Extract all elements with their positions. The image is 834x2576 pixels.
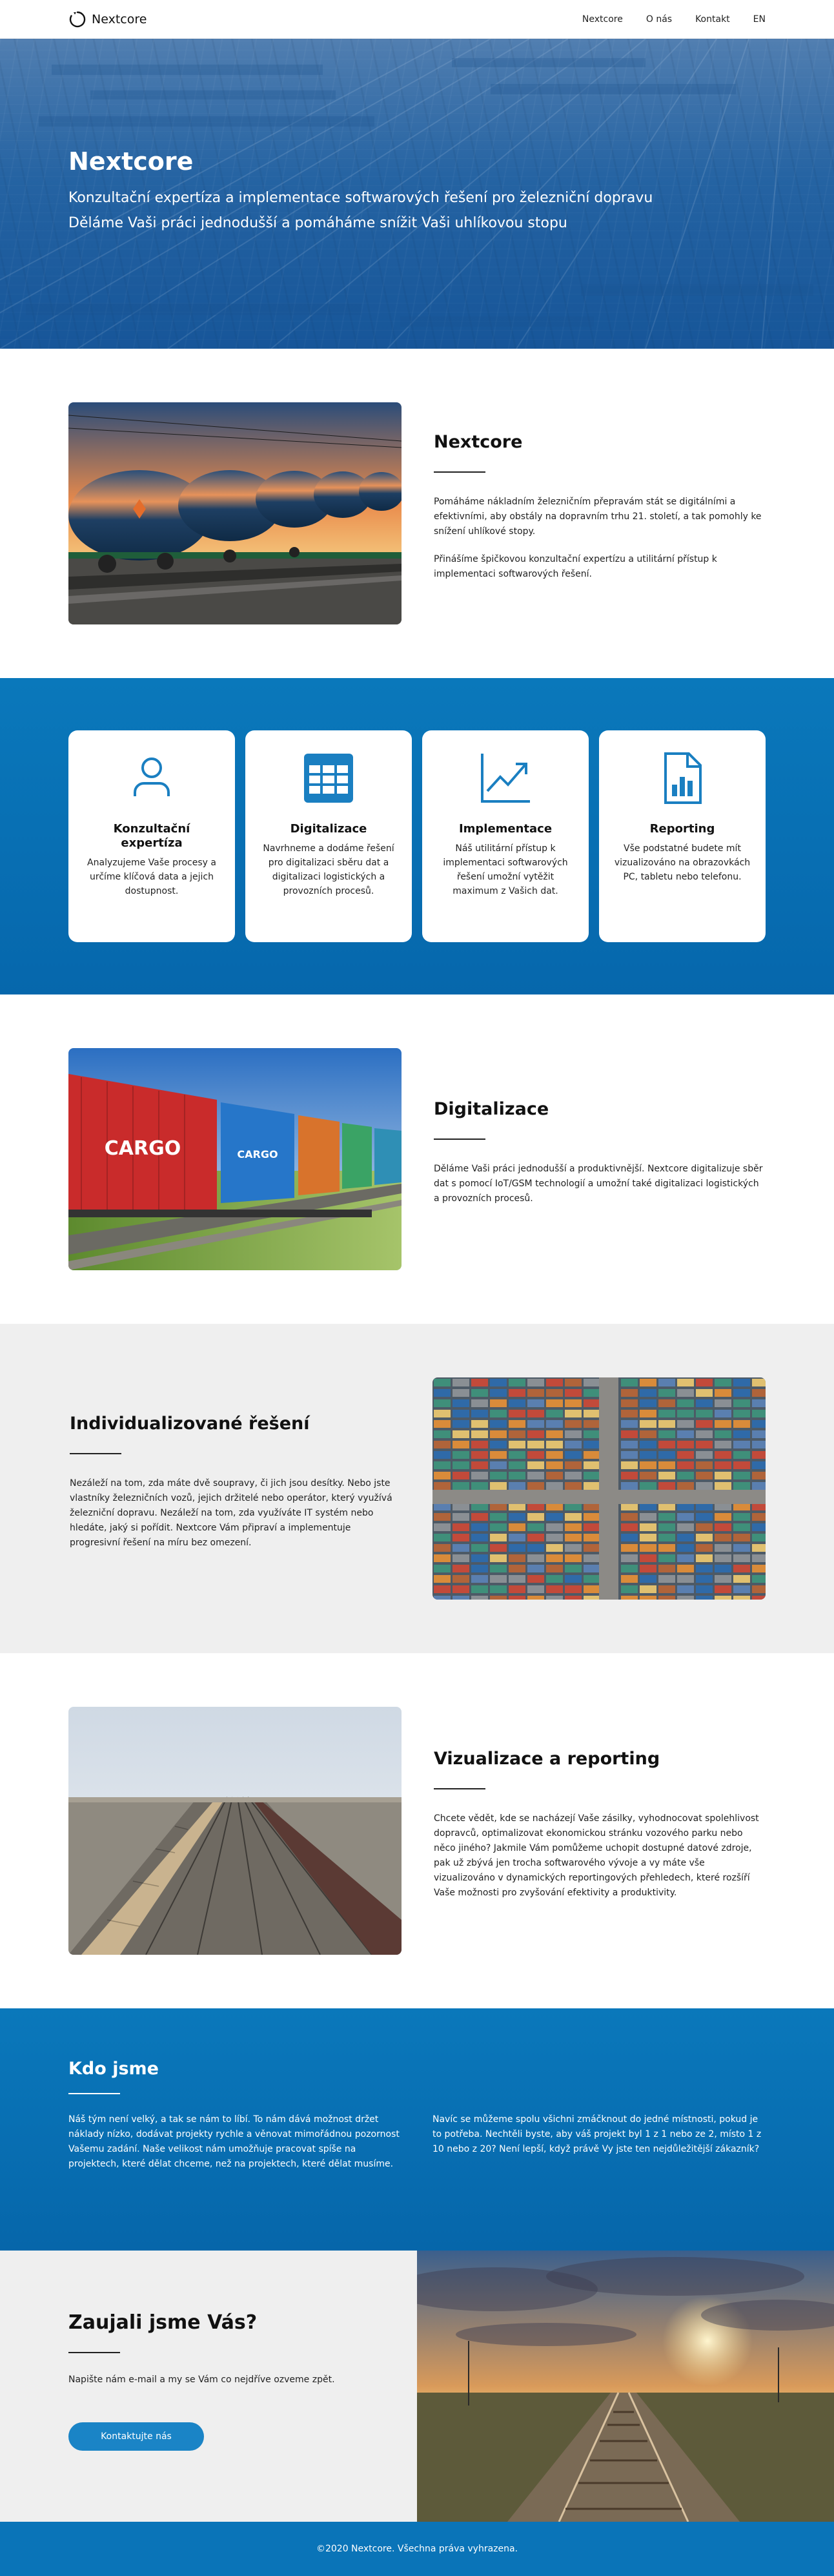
visualization-paragraph: Chcete vědět, kde se nacházejí Vaše zási… — [434, 1813, 759, 1898]
title-divider — [70, 1453, 121, 1454]
visualization-title: Vizualizace a reporting — [434, 1748, 660, 1769]
container-port-image — [432, 1377, 766, 1600]
individual-solution-section: Individualizované řešení Nezáleží na tom… — [0, 1324, 834, 1653]
services-section: Konzultační expertíza Analyzujeme Vaše p… — [0, 678, 834, 994]
digitalization-text: Digitalizace Děláme Vaši práci jednodušš… — [432, 1099, 766, 1219]
service-title: Digitalizace — [290, 822, 367, 836]
tank-train-image — [68, 402, 402, 624]
sunset-rails-image — [417, 2251, 834, 2522]
service-description: Vše podstatné budete mít vizualizováno n… — [614, 843, 751, 882]
intro-text: Nextcore Pomáháme nákladním železničním … — [432, 432, 766, 595]
title-divider — [434, 1788, 485, 1789]
report-document-icon — [664, 752, 702, 804]
service-description: Náš utilitární přístup k implementaci so… — [443, 843, 568, 896]
service-title: Konzultační expertíza — [113, 822, 190, 850]
freight-yard-image — [68, 1707, 402, 1955]
about-title: Kdo jsme — [68, 2059, 159, 2079]
title-divider — [68, 2352, 120, 2353]
nav-link-nextcore[interactable]: Nextcore — [571, 14, 635, 25]
trend-chart-icon — [481, 754, 530, 803]
contact-title: Zaujali jsme Vás? — [68, 2311, 258, 2334]
service-card-digitalization: Digitalizace Navrhneme a dodáme řešení p… — [245, 730, 412, 942]
intro-section: Nextcore Pomáháme nákladním železničním … — [0, 349, 834, 678]
about-columns: Náš tým není velký, a tak se nám to líbí… — [68, 2112, 766, 2185]
copyright-text: ©2020 Nextcore. Všechna práva vyhrazena. — [316, 2544, 518, 2554]
service-title: Reporting — [649, 822, 715, 836]
cargo-label: CARGO — [237, 1148, 278, 1160]
service-title: Implementace — [458, 822, 553, 836]
hero-title: Nextcore — [68, 147, 194, 176]
title-divider — [434, 471, 485, 473]
user-icon — [134, 757, 170, 796]
individual-text: Individualizované řešení Nezáleží na tom… — [68, 1414, 402, 1563]
brand-name: Nextcore — [92, 12, 147, 26]
intro-paragraph: Pomáháme nákladním železničním přepravám… — [434, 497, 762, 537]
cargo-train-image: CARGO CARGO — [68, 1048, 402, 1270]
nav-link-language[interactable]: EN — [742, 14, 766, 25]
visualization-text: Vizualizace a reporting Chcete vědět, kd… — [432, 1749, 766, 1913]
digitalization-title: Digitalizace — [434, 1099, 549, 1119]
contact-text: Zaujali jsme Vás? Napište nám e-mail a m… — [0, 2251, 417, 2522]
intro-title: Nextcore — [434, 432, 523, 452]
contact-button[interactable]: Kontaktujte nás — [68, 2422, 204, 2451]
nav-link-contact[interactable]: Kontakt — [684, 14, 742, 25]
individual-paragraph: Nezáleží na tom, zda máte dvě soupravy, … — [70, 1478, 392, 1548]
title-divider — [68, 2093, 120, 2094]
visualization-section: Vizualizace a reporting Chcete vědět, kd… — [0, 1653, 834, 2008]
title-divider — [434, 1139, 485, 1140]
nav-link-about[interactable]: O nás — [635, 14, 684, 25]
hero-tagline: Děláme Vaši práci jednodušší a pomáháme … — [68, 215, 567, 231]
table-icon — [304, 754, 353, 803]
about-paragraph: Náš tým není velký, a tak se nám to líbí… — [68, 2114, 400, 2169]
about-paragraph: Navíc se můžeme spolu všichni zmáčknout … — [432, 2114, 762, 2154]
hero-section: Nextcore Konzultační expertíza a impleme… — [0, 39, 834, 349]
intro-paragraph: Přinášíme špičkovou konzultační expertíz… — [434, 554, 717, 579]
service-description: Navrhneme a dodáme řešení pro digitaliza… — [263, 843, 394, 896]
service-card-consulting: Konzultační expertíza Analyzujeme Vaše p… — [68, 730, 235, 942]
hero-subtitle: Konzultační expertíza a implementace sof… — [68, 190, 653, 206]
service-card-implementation: Implementace Náš utilitární přístup k im… — [422, 730, 589, 942]
digitalization-section: CARGO CARGO Digitalizace Děláme Vaši prá… — [0, 994, 834, 1324]
nav-links: Nextcore O nás Kontakt EN — [571, 14, 766, 25]
logo-icon — [69, 11, 86, 27]
cargo-label: CARGO — [105, 1137, 181, 1160]
contact-text-line: Napište nám e-mail a my se Vám co nejdří… — [68, 2375, 335, 2385]
hero-content: Nextcore Konzultační expertíza a impleme… — [68, 147, 653, 240]
contact-section: Zaujali jsme Vás? Napište nám e-mail a m… — [0, 2251, 834, 2522]
brand-logo[interactable]: Nextcore — [68, 10, 147, 28]
service-card-reporting: Reporting Vše podstatné budete mít vizua… — [599, 730, 766, 942]
top-navigation: Nextcore Nextcore O nás Kontakt EN — [0, 0, 834, 39]
digitalization-paragraph: Děláme Vaši práci jednodušší a produktiv… — [434, 1164, 763, 1204]
service-description: Analyzujeme Vaše procesy a určíme klíčov… — [87, 858, 216, 896]
individual-title: Individualizované řešení — [70, 1414, 310, 1434]
footer: ©2020 Nextcore. Všechna práva vyhrazena. — [0, 2522, 834, 2576]
about-section: Kdo jsme Náš tým není velký, a tak se ná… — [0, 2008, 834, 2251]
